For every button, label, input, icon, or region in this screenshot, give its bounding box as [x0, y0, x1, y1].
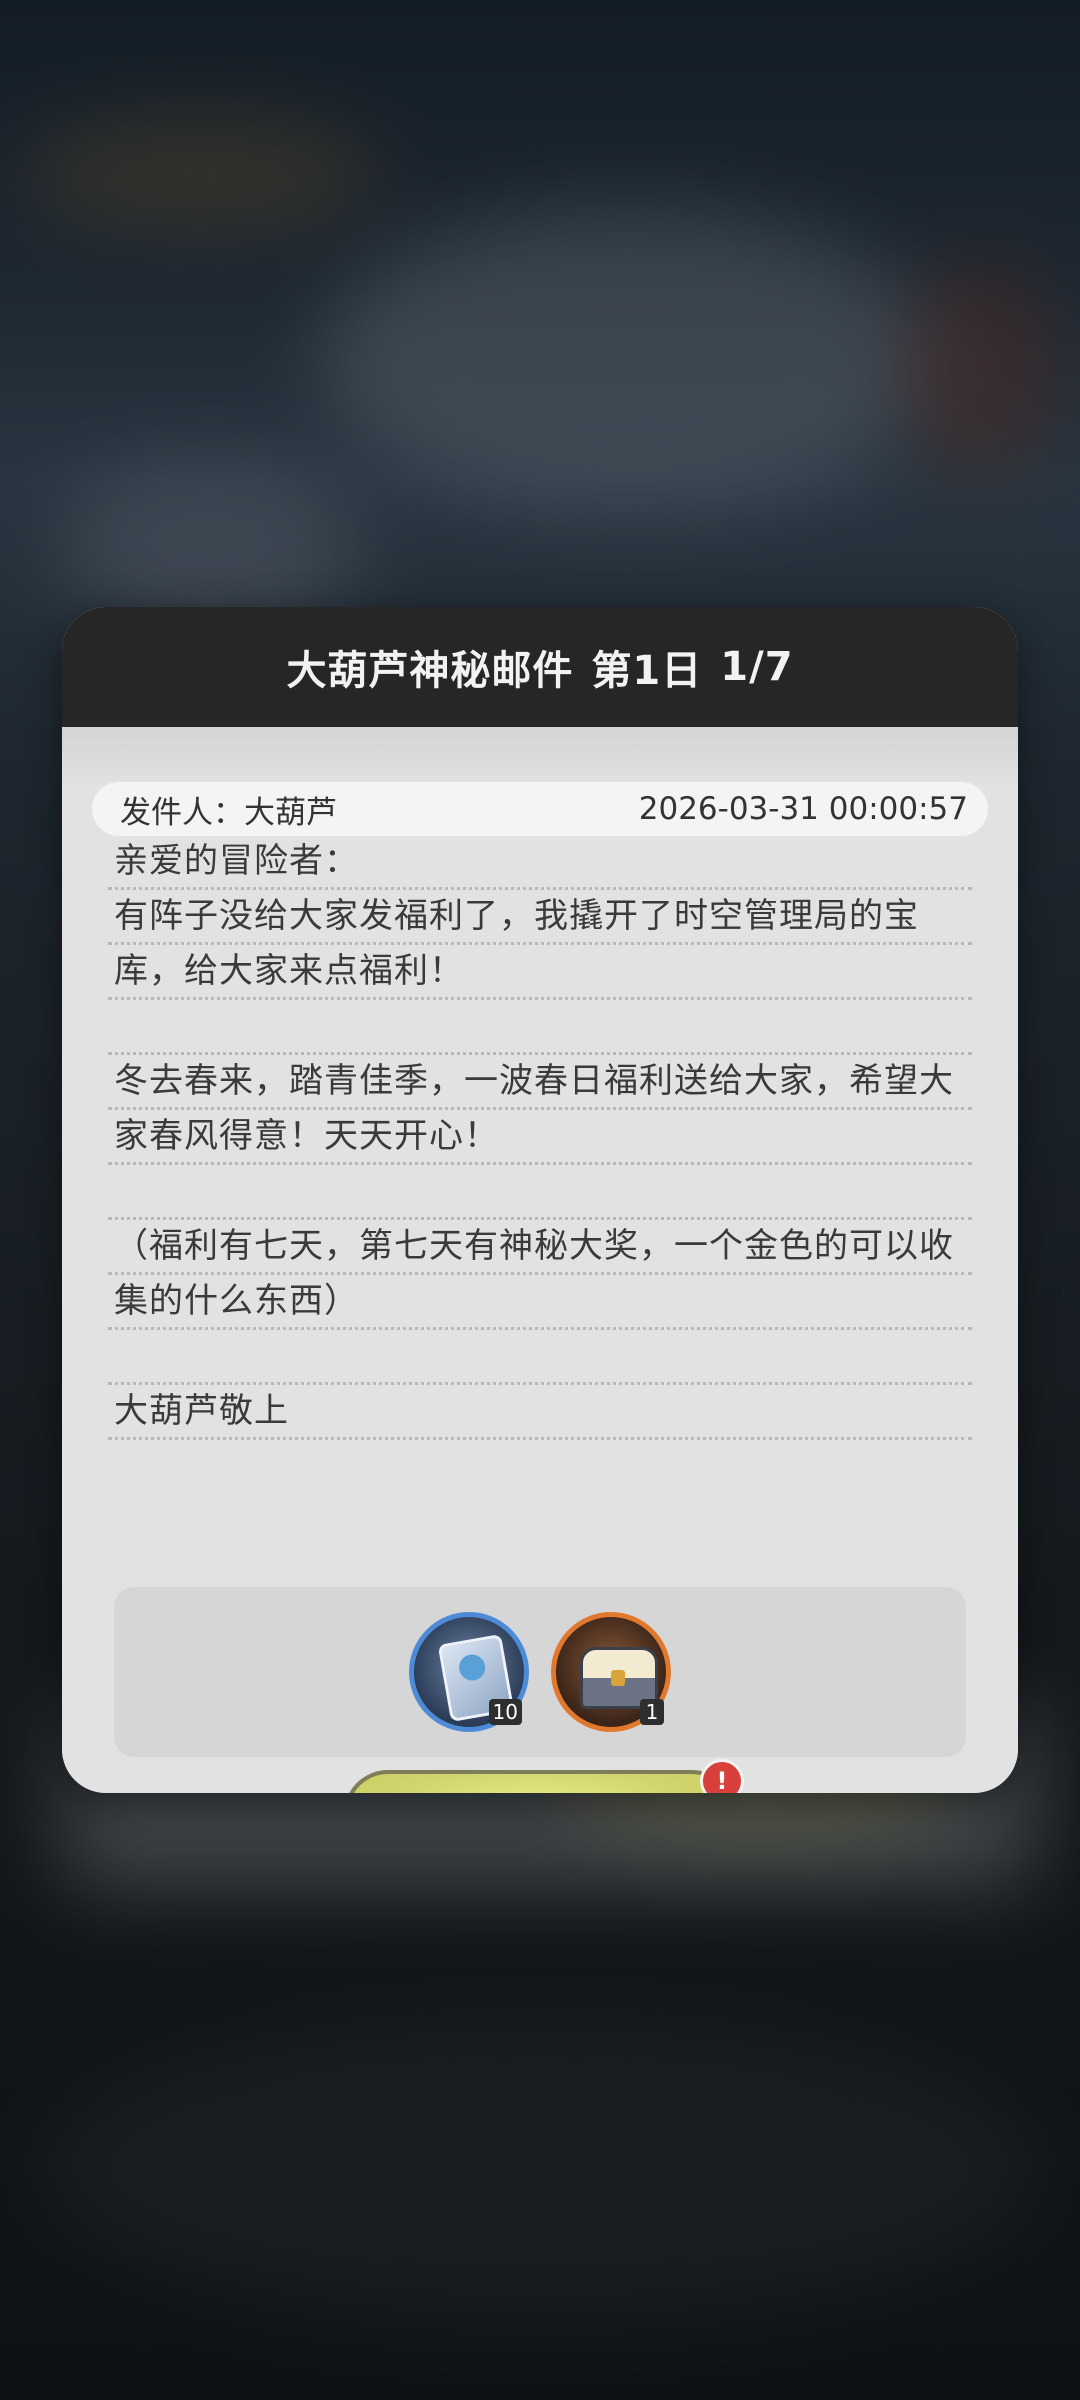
reward-quantity: 10 [488, 1699, 522, 1725]
reward-item-treasure-chest[interactable]: 1 [551, 1612, 671, 1732]
alert-badge-icon: ! [700, 1759, 744, 1793]
letter-line: 集的什么东西） [108, 1275, 972, 1330]
sender-label: 发件人：大葫芦 [120, 794, 337, 831]
letter-line: 大葫芦敬上 [108, 1385, 972, 1440]
sender-bar: 发件人：大葫芦 2026-03-31 00:00:57 [92, 782, 988, 836]
claim-button[interactable]: 领取 [344, 1770, 736, 1793]
mail-body: 发件人：大葫芦 2026-03-31 00:00:57 亲爱的冒险者： 有阵子没… [62, 727, 1018, 1793]
mail-dialog-header: 大葫芦神秘邮件 第1日 1/7 [62, 607, 1018, 727]
letter-line: 亲爱的冒险者： [108, 835, 972, 890]
letter-line: 有阵子没给大家发福利了，我撬开了时空管理局的宝 [108, 890, 972, 945]
mail-datetime: 2026-03-31 00:00:57 [638, 791, 968, 827]
letter-line [108, 1165, 972, 1220]
letter-line: 库，给大家来点福利！ [108, 945, 972, 1000]
mail-day-label: 第1日 [591, 648, 703, 694]
mail-page-indicator: 1/7 [720, 644, 794, 690]
reward-item-character-card[interactable]: 10 [409, 1612, 529, 1732]
letter-content: 亲爱的冒险者： 有阵子没给大家发福利了，我撬开了时空管理局的宝 库，给大家来点福… [108, 835, 972, 1440]
letter-line [108, 1000, 972, 1055]
letter-line: （福利有七天，第七天有神秘大奖，一个金色的可以收 [108, 1220, 972, 1275]
reward-attachments: 10 1 [114, 1587, 966, 1757]
letter-line: 家春风得意！天天开心！ [108, 1110, 972, 1165]
mail-dialog: 大葫芦神秘邮件 第1日 1/7 发件人：大葫芦 2026-03-31 00:00… [62, 607, 1018, 1793]
letter-line: 冬去春来，踏青佳季，一波春日福利送给大家，希望大 [108, 1055, 972, 1110]
reward-quantity: 1 [640, 1699, 664, 1725]
mail-title: 大葫芦神秘邮件 [286, 648, 574, 694]
letter-line [108, 1330, 972, 1385]
